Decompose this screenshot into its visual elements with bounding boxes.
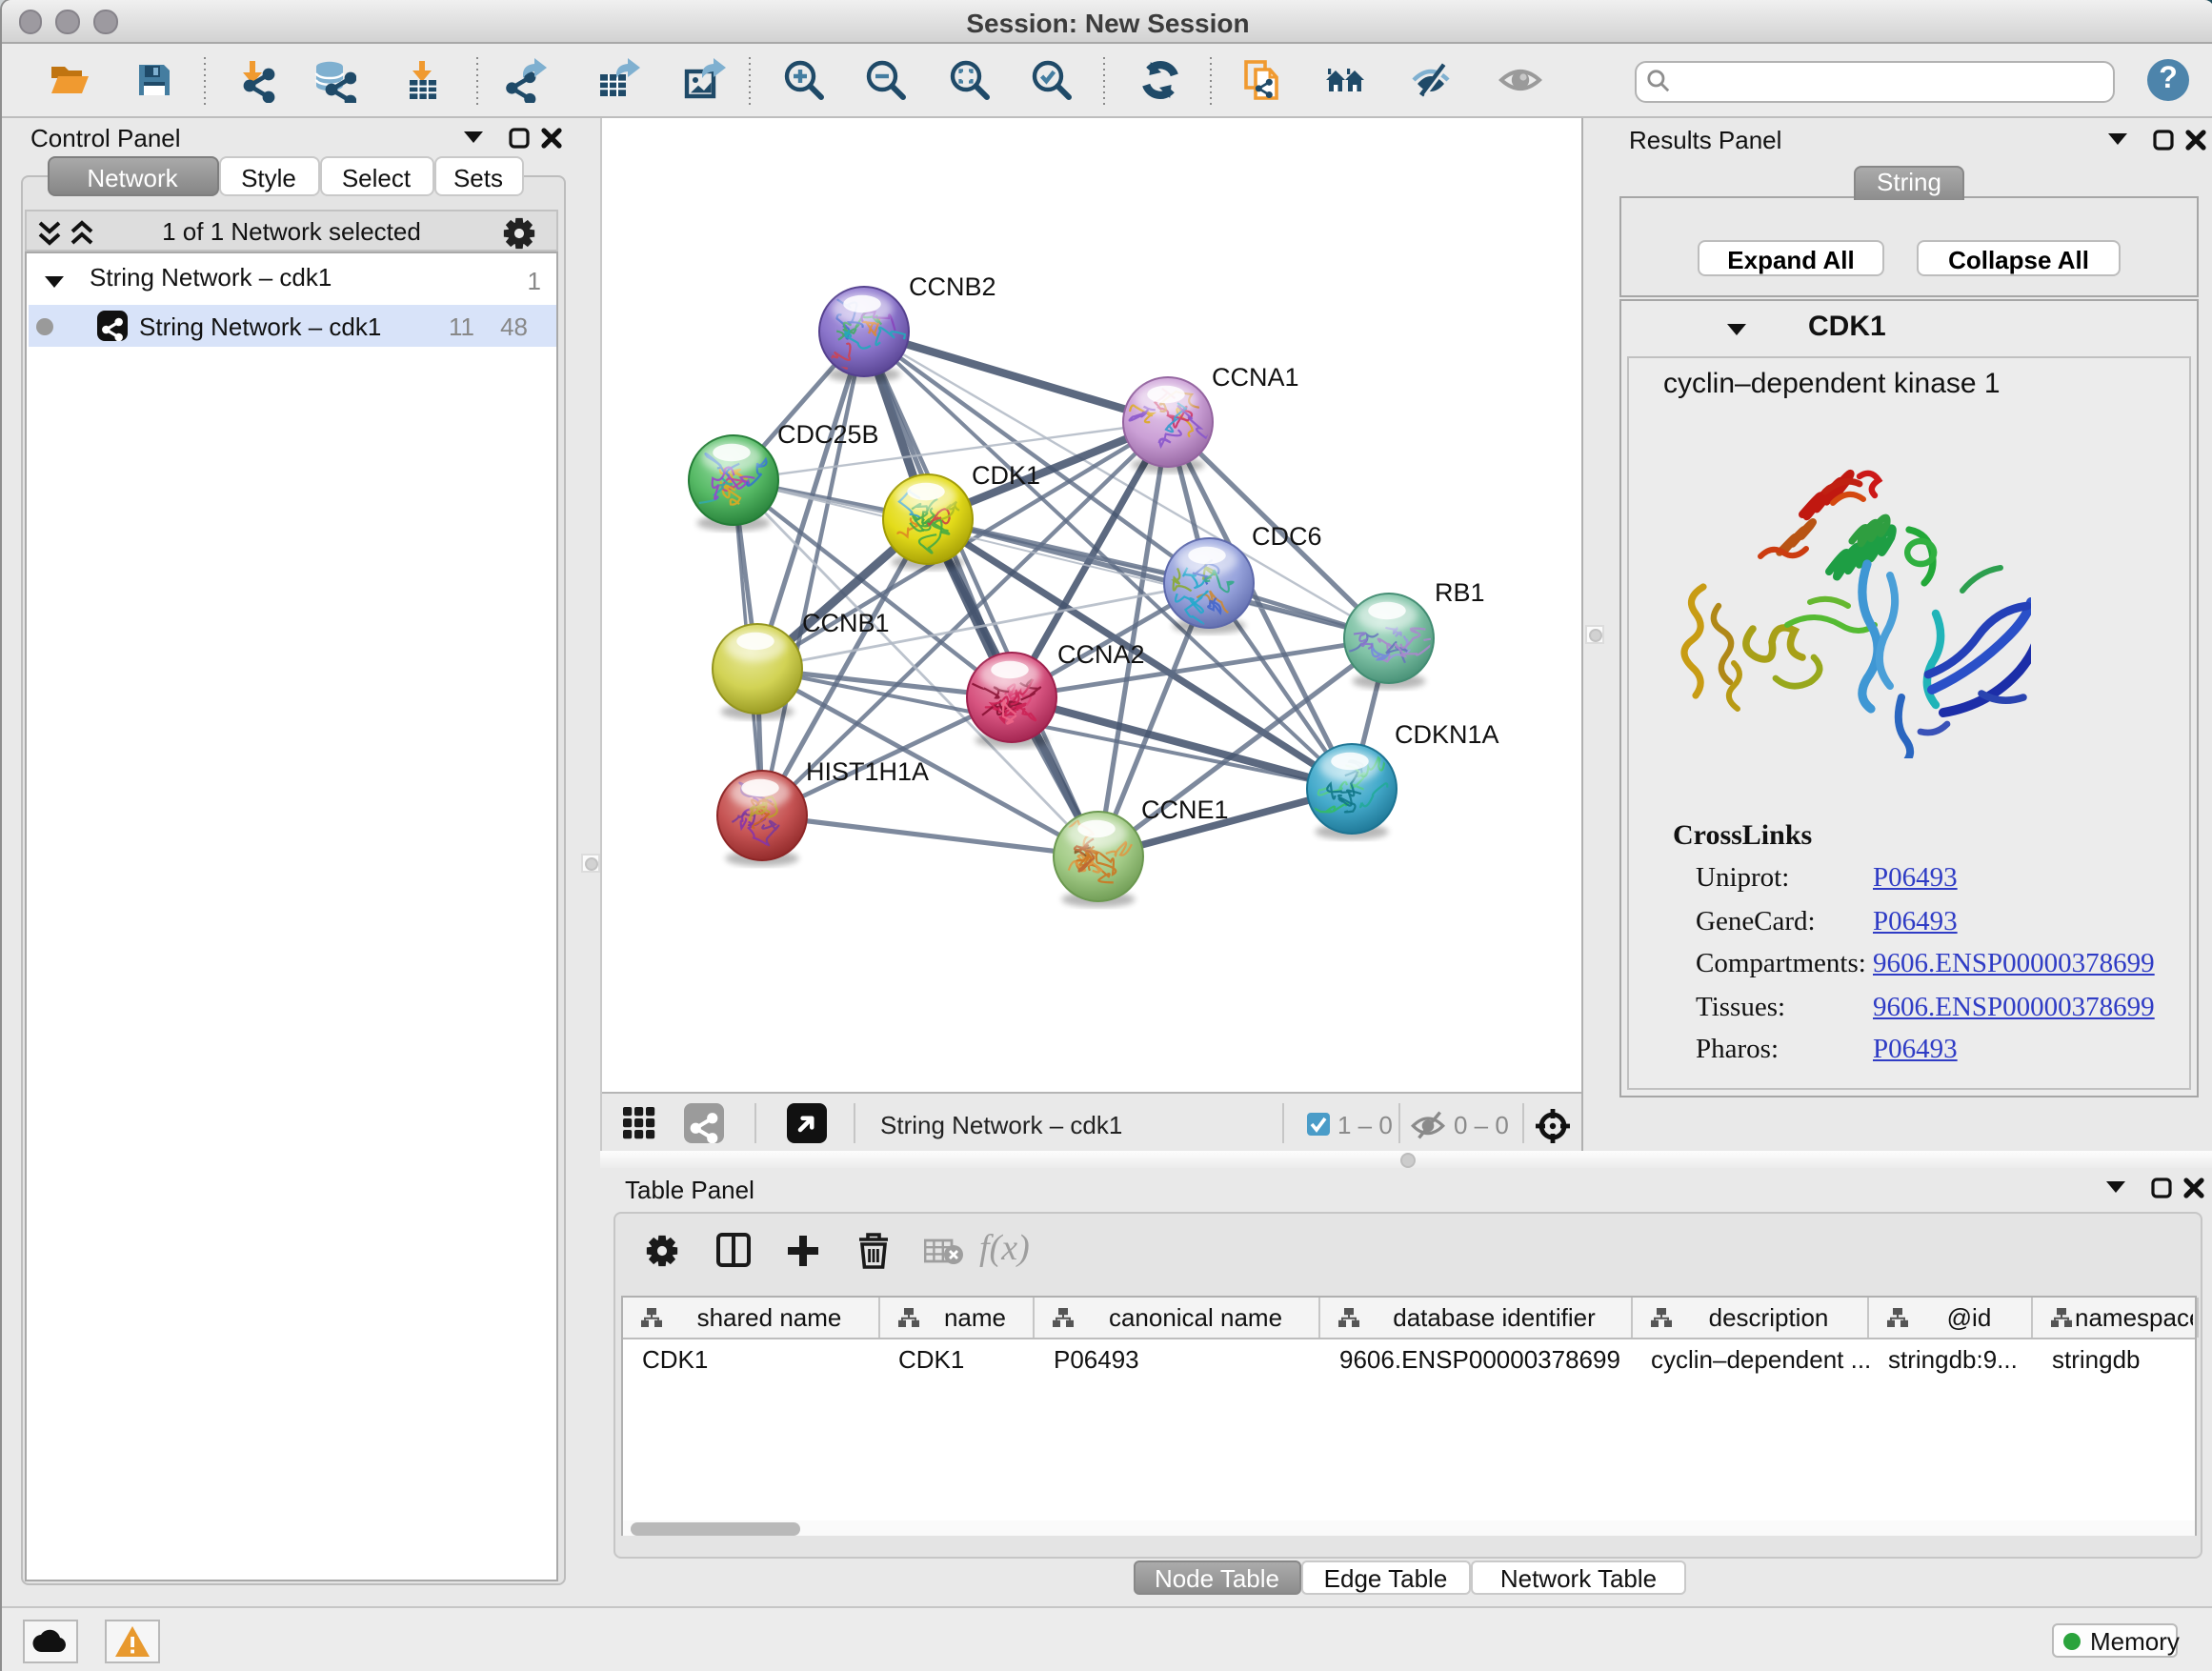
- svg-text:CDC25B: CDC25B: [777, 420, 879, 449]
- svg-text:CCNA1: CCNA1: [1212, 363, 1299, 392]
- svg-text:CDK1: CDK1: [972, 461, 1040, 490]
- svg-text:CCNA2: CCNA2: [1057, 640, 1145, 669]
- svg-text:CCNE1: CCNE1: [1141, 795, 1229, 824]
- svg-text:HIST1H1A: HIST1H1A: [806, 757, 929, 786]
- svg-text:CDKN1A: CDKN1A: [1395, 720, 1499, 749]
- svg-text:CDC6: CDC6: [1252, 522, 1322, 551]
- svg-text:RB1: RB1: [1435, 578, 1485, 607]
- svg-text:CCNB2: CCNB2: [909, 272, 996, 301]
- svg-text:CCNB1: CCNB1: [802, 609, 890, 637]
